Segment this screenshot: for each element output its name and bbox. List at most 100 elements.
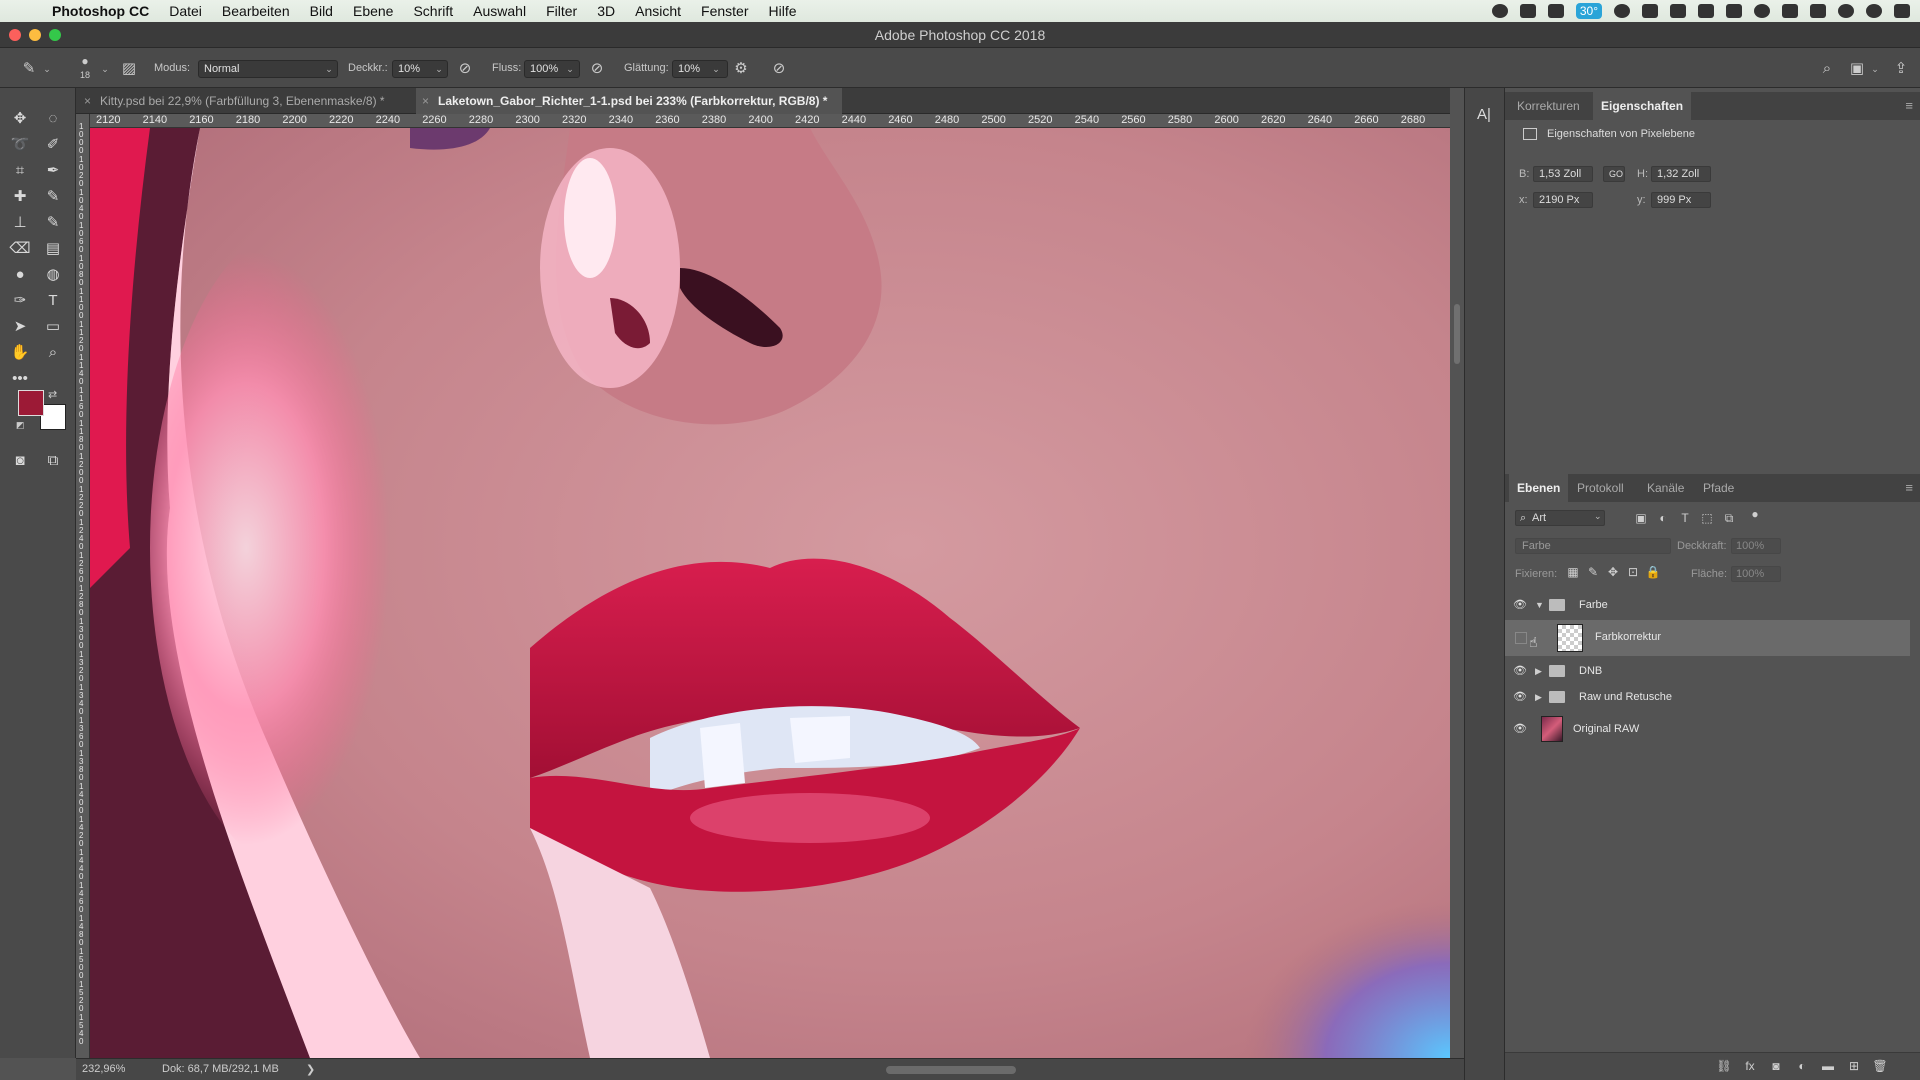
search-icon[interactable]: ⌕ bbox=[1818, 60, 1836, 78]
blur-tool-icon[interactable]: ● bbox=[9, 264, 31, 286]
foreground-color-swatch[interactable] bbox=[18, 390, 44, 416]
tray-app-icon-4[interactable] bbox=[1698, 4, 1714, 18]
record-icon[interactable] bbox=[1491, 4, 1508, 18]
layer-original-raw[interactable]: 👁 Original RAW bbox=[1505, 714, 1910, 744]
lasso-tool-icon[interactable]: ➰ bbox=[9, 134, 31, 156]
wifi-icon[interactable] bbox=[1754, 4, 1770, 18]
pressure-size-icon[interactable]: ⊘ bbox=[770, 60, 788, 78]
new-adjustment-layer-icon[interactable]: ◐ bbox=[1793, 1057, 1811, 1075]
quick-selection-tool-icon[interactable]: ✐ bbox=[42, 134, 64, 156]
history-brush-tool-icon[interactable]: ✎ bbox=[42, 212, 64, 234]
vertical-scroll-thumb[interactable] bbox=[1454, 304, 1460, 364]
chevron-right-icon[interactable]: ▶ bbox=[1535, 692, 1542, 703]
opacity-dropdown-arrow[interactable]: ⌄ bbox=[432, 60, 446, 78]
menu-fenster[interactable]: Fenster bbox=[691, 3, 758, 19]
workspace-dropdown-arrow[interactable]: ⌄ bbox=[1868, 60, 1882, 78]
eraser-tool-icon[interactable]: ⌫ bbox=[9, 238, 31, 260]
brush-picker-dropdown[interactable]: ⌄ bbox=[98, 60, 112, 78]
tray-app-icon[interactable] bbox=[1519, 4, 1536, 18]
pen-tool-icon[interactable]: ✑ bbox=[9, 290, 31, 312]
x-field[interactable]: 2190 Px bbox=[1533, 192, 1593, 208]
link-layers-icon[interactable]: ⛓ bbox=[1715, 1057, 1733, 1075]
menu-ansicht[interactable]: Ansicht bbox=[625, 3, 691, 19]
tool-preset-dropdown[interactable]: ⌄ bbox=[40, 60, 54, 78]
brush-tool-icon[interactable]: ✎ bbox=[20, 60, 38, 78]
layer-opacity-field[interactable]: 100% bbox=[1731, 538, 1781, 554]
rectangle-tool-icon[interactable]: ▭ bbox=[42, 316, 64, 338]
add-mask-icon[interactable]: ◙ bbox=[1767, 1057, 1785, 1075]
crop-tool-icon[interactable]: ⌗ bbox=[9, 160, 31, 182]
mode-select[interactable]: Normal bbox=[198, 60, 338, 78]
lock-position-icon[interactable]: ✥ bbox=[1605, 564, 1621, 580]
swap-colors-icon[interactable]: ⇄ bbox=[48, 388, 57, 401]
panel-menu-icon[interactable]: ≡ bbox=[1905, 98, 1913, 113]
horizontal-scroll-thumb[interactable] bbox=[886, 1066, 1016, 1074]
chevron-down-icon[interactable]: ▼ bbox=[1535, 600, 1544, 610]
tray-app-icon-2[interactable] bbox=[1642, 4, 1658, 18]
menu-3d[interactable]: 3D bbox=[587, 3, 625, 19]
clone-stamp-tool-icon[interactable]: ⊥ bbox=[9, 212, 31, 234]
airbrush-icon[interactable]: ⊘ bbox=[588, 60, 606, 78]
layer-farbkorrektur[interactable]: Farbkorrektur ☝ bbox=[1505, 620, 1910, 656]
notification-center-icon[interactable] bbox=[1894, 4, 1910, 18]
new-group-icon[interactable]: ▬ bbox=[1819, 1057, 1837, 1075]
ruler-horizontal[interactable]: 2120 2140 2160 2180 2200 2220 2240 2260 2280 2300… bbox=[90, 114, 1450, 128]
path-selection-tool-icon[interactable]: ➤ bbox=[9, 316, 31, 338]
menu-hilfe[interactable]: Hilfe bbox=[759, 3, 807, 19]
menu-app[interactable]: Photoshop CC bbox=[40, 3, 159, 19]
menu-datei[interactable]: Datei bbox=[159, 3, 212, 19]
menu-schrift[interactable]: Schrift bbox=[403, 3, 463, 19]
blend-mode-select[interactable]: Farbe bbox=[1515, 538, 1671, 554]
zoom-tool-icon[interactable]: ⌕ bbox=[42, 342, 64, 364]
filter-shape-layers-icon[interactable]: ⬚ bbox=[1699, 510, 1715, 526]
screen-mode-icon[interactable]: ⧉ bbox=[42, 450, 64, 472]
smoothing-settings-gear-icon[interactable]: ⚙ bbox=[732, 60, 750, 78]
menu-filter[interactable]: Filter bbox=[536, 3, 587, 19]
link-dimensions-button[interactable]: GO bbox=[1603, 166, 1625, 182]
document-canvas[interactable] bbox=[90, 128, 1450, 1058]
healing-brush-tool-icon[interactable]: ✚ bbox=[9, 186, 31, 208]
visibility-off-box[interactable] bbox=[1515, 632, 1527, 644]
tab-pfade[interactable]: Pfade bbox=[1695, 474, 1742, 502]
layer-style-fx-icon[interactable]: fx bbox=[1741, 1057, 1759, 1075]
character-panel-icon[interactable]: A| bbox=[1477, 106, 1491, 123]
gradient-tool-icon[interactable]: ▤ bbox=[42, 238, 64, 260]
visibility-eye-icon[interactable]: 👁 bbox=[1513, 722, 1527, 736]
height-field[interactable]: 1,32 Zoll bbox=[1651, 166, 1711, 182]
dodge-tool-icon[interactable]: ◍ bbox=[42, 264, 64, 286]
tray-app-icon-3[interactable] bbox=[1670, 4, 1686, 18]
y-field[interactable]: 999 Px bbox=[1651, 192, 1711, 208]
eyedropper-tool-icon[interactable]: ✒ bbox=[42, 160, 64, 182]
type-tool-icon[interactable]: T bbox=[42, 290, 64, 312]
siri-icon[interactable] bbox=[1866, 4, 1882, 18]
menu-auswahl[interactable]: Auswahl bbox=[463, 3, 536, 19]
lock-all-icon[interactable]: 🔒 bbox=[1645, 564, 1661, 580]
filter-smart-objects-icon[interactable]: ⧉ bbox=[1721, 510, 1737, 526]
layer-filter-select[interactable]: ⌕ Art ⌄ bbox=[1515, 510, 1605, 526]
brush-settings-icon[interactable]: ▨ bbox=[120, 60, 138, 78]
zoom-level[interactable]: 232,96% bbox=[82, 1063, 125, 1075]
menu-ebene[interactable]: Ebene bbox=[343, 3, 403, 19]
close-tab-icon[interactable]: × bbox=[422, 88, 429, 114]
filter-adjustment-layers-icon[interactable]: ◐ bbox=[1655, 510, 1671, 526]
hand-tool-icon[interactable]: ✋ bbox=[9, 342, 31, 364]
battery-icon[interactable] bbox=[1810, 4, 1826, 18]
chevron-right-icon[interactable]: ▶ bbox=[1535, 666, 1542, 677]
airplay-icon[interactable] bbox=[1782, 4, 1798, 18]
dropbox-icon[interactable] bbox=[1547, 4, 1564, 18]
workspace-icon[interactable]: ▣ bbox=[1848, 60, 1866, 78]
move-tool-icon[interactable]: ✥ bbox=[9, 108, 31, 130]
more-tools-icon[interactable]: ••• bbox=[9, 368, 31, 390]
menu-bearbeiten[interactable]: Bearbeiten bbox=[212, 3, 300, 19]
width-field[interactable]: 1,53 Zoll bbox=[1533, 166, 1593, 182]
tab-protokoll[interactable]: Protokoll bbox=[1569, 474, 1632, 502]
filter-pixel-layers-icon[interactable]: ▣ bbox=[1633, 510, 1649, 526]
lock-transparency-icon[interactable]: ▦ bbox=[1565, 564, 1581, 580]
visibility-eye-icon[interactable]: 👁 bbox=[1513, 690, 1527, 704]
marquee-tool-icon[interactable]: ◌ bbox=[42, 108, 64, 130]
filter-type-layers-icon[interactable]: T bbox=[1677, 510, 1693, 526]
lock-artboard-icon[interactable]: ⊡ bbox=[1625, 564, 1641, 580]
visibility-eye-icon[interactable]: 👁 bbox=[1513, 664, 1527, 678]
spotlight-icon[interactable] bbox=[1838, 4, 1854, 18]
filter-toggle-icon[interactable]: ● bbox=[1747, 506, 1763, 522]
